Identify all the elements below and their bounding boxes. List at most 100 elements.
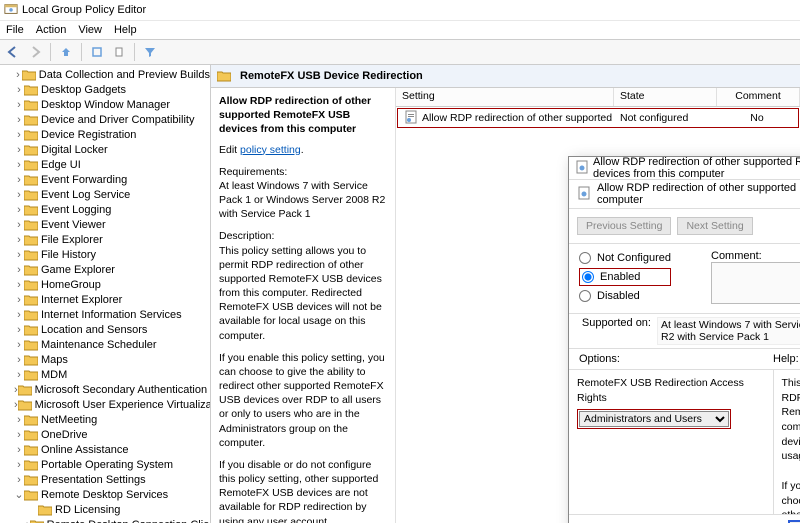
properties-button[interactable]: [110, 43, 128, 61]
tree-item[interactable]: ›HomeGroup: [0, 277, 210, 292]
chevron-icon: ›: [14, 339, 24, 351]
tree-item[interactable]: ›Game Explorer: [0, 262, 210, 277]
tree-item[interactable]: ›File Explorer: [0, 232, 210, 247]
options-pane: RemoteFX USB Redirection Access Rights A…: [569, 370, 774, 514]
edit-policy-link[interactable]: policy setting: [240, 144, 301, 156]
tree-item-label: Device Registration: [41, 129, 136, 141]
tree-item[interactable]: ›Device and Driver Compatibility: [0, 112, 210, 127]
tree-item[interactable]: ›Event Logging: [0, 202, 210, 217]
next-setting-button[interactable]: Next Setting: [677, 217, 752, 235]
tree-item[interactable]: ›Microsoft Secondary Authentication Fact…: [0, 382, 210, 397]
policy-dialog: Allow RDP redirection of other supported…: [568, 156, 800, 523]
window-title: Local Group Policy Editor: [22, 4, 146, 16]
row-comment: No: [716, 112, 798, 124]
tree-item-label: Desktop Window Manager: [41, 99, 170, 111]
menubar: File Action View Help: [0, 21, 800, 40]
row-state: Not configured: [614, 112, 716, 124]
tree-item[interactable]: ›Event Forwarding: [0, 172, 210, 187]
radio-label: Enabled: [600, 271, 640, 283]
toolbar: [0, 40, 800, 65]
tree-item-label: RD Licensing: [55, 504, 120, 516]
tree-item-label: Location and Sensors: [41, 324, 147, 336]
tree-item[interactable]: ›MDM: [0, 367, 210, 382]
menu-file[interactable]: File: [6, 24, 24, 36]
tree-item[interactable]: ›Presentation Settings: [0, 472, 210, 487]
col-comment[interactable]: Comment: [717, 88, 800, 106]
help-text-1: This policy setting allows you to permit…: [782, 376, 800, 464]
back-button[interactable]: [4, 43, 22, 61]
radio-enabled[interactable]: Enabled: [579, 268, 671, 286]
comment-textarea[interactable]: [711, 262, 800, 304]
tree-item[interactable]: ⌄Remote Desktop Services: [0, 487, 210, 502]
tree-item[interactable]: ›Event Log Service: [0, 187, 210, 202]
tree-item[interactable]: ›Internet Explorer: [0, 292, 210, 307]
chevron-icon: ›: [14, 264, 24, 276]
dialog-title: Allow RDP redirection of other supported…: [593, 156, 800, 180]
tree-item-label: Event Forwarding: [41, 174, 127, 186]
col-setting[interactable]: Setting: [396, 88, 614, 106]
tree-item[interactable]: ›Remote Desktop Connection Client: [0, 517, 210, 523]
tree-item[interactable]: ›OneDrive: [0, 427, 210, 442]
up-button[interactable]: [57, 43, 75, 61]
folder-icon: [217, 70, 231, 82]
chevron-icon: ›: [14, 414, 24, 426]
menu-view[interactable]: View: [78, 24, 102, 36]
folder-icon: [24, 234, 38, 246]
tree-item-label: Online Assistance: [41, 444, 128, 456]
setting-title: Allow RDP redirection of other supported…: [219, 95, 371, 135]
tree-item[interactable]: ›Data Collection and Preview Builds: [0, 67, 210, 82]
chevron-icon: ›: [14, 294, 24, 306]
previous-setting-button[interactable]: Previous Setting: [577, 217, 671, 235]
tree-item-label: Microsoft Secondary Authentication Facto…: [35, 384, 211, 396]
tree-item-label: Remote Desktop Connection Client: [47, 519, 211, 523]
refresh-button[interactable]: [88, 43, 106, 61]
radio-label: Disabled: [597, 290, 640, 302]
description-text-2: If you enable this policy setting, you c…: [219, 351, 387, 450]
folder-icon: [24, 279, 38, 291]
folder-icon: [24, 354, 38, 366]
tree-item[interactable]: ›Location and Sensors: [0, 322, 210, 337]
chevron-icon: ⌄: [14, 488, 24, 501]
policy-icon: [577, 186, 591, 203]
tree-item[interactable]: ›Microsoft User Experience Virtualizatio…: [0, 397, 210, 412]
tree-item-label: Maintenance Scheduler: [41, 339, 157, 351]
tree-item[interactable]: ›Internet Information Services: [0, 307, 210, 322]
tree-item[interactable]: ›Desktop Gadgets: [0, 82, 210, 97]
menu-action[interactable]: Action: [36, 24, 67, 36]
filter-button[interactable]: [141, 43, 159, 61]
dialog-titlebar[interactable]: Allow RDP redirection of other supported…: [569, 157, 800, 180]
tree-item[interactable]: ›Online Assistance: [0, 442, 210, 457]
tree-item[interactable]: ›Event Viewer: [0, 217, 210, 232]
radio-not-configured[interactable]: Not Configured: [579, 250, 671, 266]
tree-item[interactable]: ›Portable Operating System: [0, 457, 210, 472]
tree-item[interactable]: ›NetMeeting: [0, 412, 210, 427]
tree-item[interactable]: RD Licensing: [0, 502, 210, 517]
tree-item[interactable]: ›Edge UI: [0, 157, 210, 172]
help-heading: Help:: [773, 353, 800, 365]
tree-item[interactable]: › Maintenance Scheduler: [0, 337, 210, 352]
forward-button[interactable]: [26, 43, 44, 61]
tree-item-label: Data Collection and Preview Builds: [39, 69, 210, 81]
col-state[interactable]: State: [614, 88, 717, 106]
chevron-icon: ›: [14, 144, 24, 156]
settings-list-row[interactable]: Allow RDP redirection of other supported…: [397, 108, 799, 128]
chevron-icon: ›: [14, 354, 24, 366]
folder-icon: [24, 84, 38, 96]
navigation-tree[interactable]: ›Data Collection and Preview Builds›Desk…: [0, 65, 211, 523]
folder-icon: [18, 384, 32, 396]
menu-help[interactable]: Help: [114, 24, 137, 36]
tree-item[interactable]: ›Device Registration: [0, 127, 210, 142]
radio-disabled[interactable]: Disabled: [579, 288, 671, 304]
tree-item[interactable]: ›Maps: [0, 352, 210, 367]
tree-item-label: Event Logging: [41, 204, 111, 216]
tree-item-label: Portable Operating System: [41, 459, 173, 471]
access-rights-select[interactable]: Administrators and Users: [579, 411, 729, 427]
chevron-icon: ›: [14, 369, 24, 381]
tree-item[interactable]: ›Digital Locker: [0, 142, 210, 157]
tree-item[interactable]: ›File History: [0, 247, 210, 262]
app-icon: [4, 2, 22, 19]
supported-on-label: Supported on:: [579, 317, 651, 345]
folder-icon: [24, 129, 38, 141]
folder-icon: [24, 369, 38, 381]
tree-item[interactable]: ›Desktop Window Manager: [0, 97, 210, 112]
